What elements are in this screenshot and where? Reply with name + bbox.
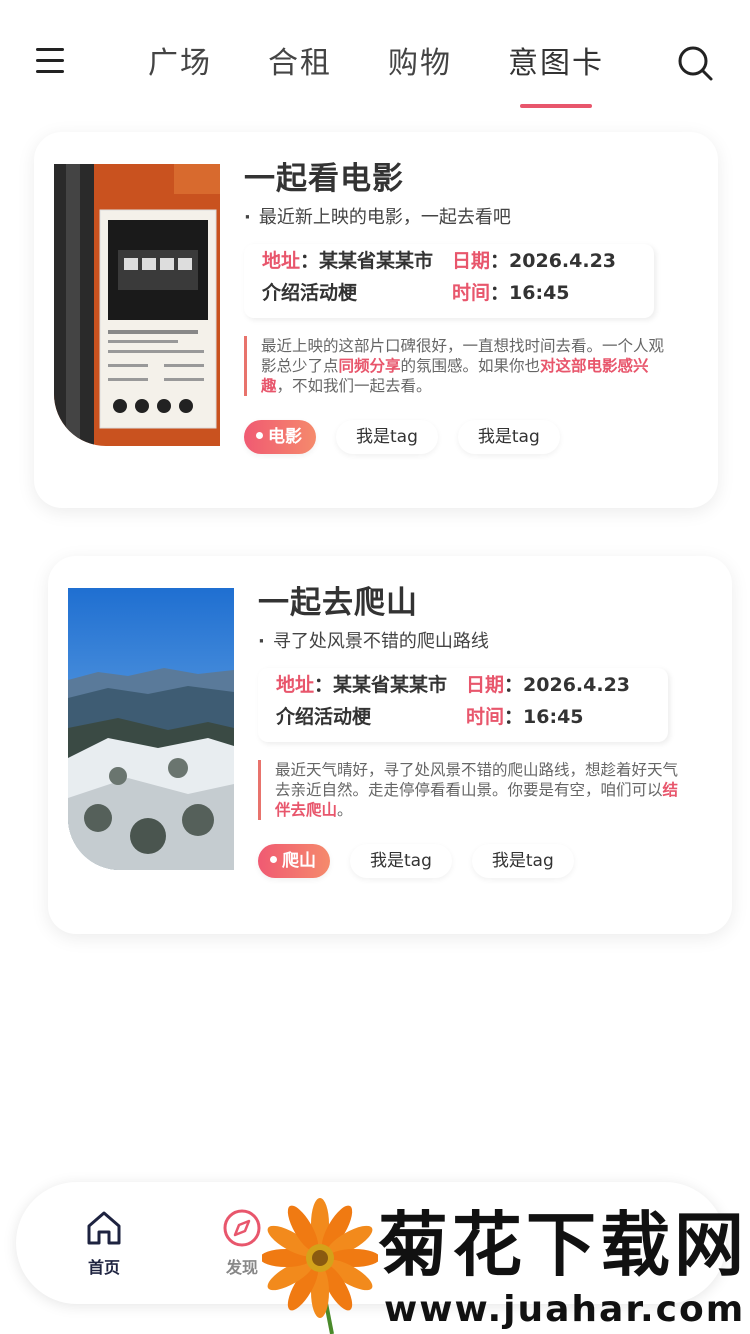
address-value: 某某省某某市	[333, 674, 448, 696]
card-description: 最近上映的这部片口碑很好，一直想找时间去看。一个人观影总少了点同频分享的氛围感。…	[244, 336, 674, 396]
date-label: 日期	[466, 674, 505, 696]
date-row: 日期：2026.4.23	[452, 250, 617, 272]
time-value: 16:45	[523, 706, 584, 728]
page: 广场 合租 购物 意图卡 一起看电影 · 最近新上映的电影，一起去看吧 地址：某…	[0, 0, 750, 1334]
tab-bar: 广场 合租 购物 意图卡	[148, 40, 660, 108]
top-bar: 广场 合租 购物 意图卡	[0, 0, 750, 120]
address-label: 地址	[262, 250, 301, 272]
address-row: 地址：某某省某某市	[276, 674, 448, 696]
time-row: 时间：16:45	[466, 706, 584, 728]
card-info-box: 地址：某某省某某市 日期：2026.4.23 介绍活动梗 时间：16:45	[258, 668, 668, 742]
card-description: 最近天气晴好，寻了处风景不错的爬山路线，想趁着好天气去亲近自然。走走停停看看山景…	[258, 760, 688, 820]
time-row: 时间：16:45	[452, 282, 570, 304]
tag-primary[interactable]: 电影	[244, 420, 316, 454]
tag[interactable]: 我是tag	[336, 420, 438, 454]
home-icon	[87, 1211, 121, 1245]
tag[interactable]: 我是tag	[457, 420, 560, 454]
address-label: 地址	[276, 674, 315, 696]
date-value: 2026.4.23	[523, 674, 631, 696]
time-label: 时间	[452, 282, 491, 304]
date-row: 日期：2026.4.23	[466, 674, 631, 696]
time-label: 时间	[466, 706, 505, 728]
intro-text: 介绍活动梗	[276, 706, 372, 728]
watermark-url: www.juahar.com	[384, 1289, 746, 1330]
intro-text: 介绍活动梗	[262, 282, 358, 304]
card-title: 一起看电影	[244, 161, 404, 197]
nav-home[interactable]: 首页	[64, 1208, 144, 1278]
search-icon[interactable]	[676, 44, 716, 84]
tab-shopping[interactable]: 购物	[388, 40, 452, 100]
tag[interactable]: 我是tag	[471, 844, 574, 878]
nav-home-label: 首页	[87, 1258, 120, 1277]
card-subtitle: 最近新上映的电影，一起去看吧	[244, 204, 694, 232]
date-value: 2026.4.23	[509, 250, 617, 272]
watermark: 菊花下载网 www.juahar.com	[262, 1198, 750, 1334]
intent-card[interactable]: 一起去爬山 寻了处风景不错的爬山路线 地址：某某省某某市 日期：2026.4.2…	[48, 556, 732, 934]
address-row: 地址：某某省某某市	[262, 250, 434, 272]
address-value: 某某省某某市	[319, 250, 434, 272]
tag[interactable]: 我是tag	[350, 844, 452, 878]
date-label: 日期	[452, 250, 491, 272]
tab-shared-rent[interactable]: 合租	[268, 40, 332, 100]
card-info-box: 地址：某某省某某市 日期：2026.4.23 介绍活动梗 时间：16:45	[244, 244, 654, 318]
time-value: 16:45	[509, 282, 570, 304]
tag-list: 电影 我是tag 我是tag	[244, 420, 694, 454]
intent-card[interactable]: 一起看电影 最近新上映的电影，一起去看吧 地址：某某省某某市 日期：2026.4…	[34, 132, 718, 508]
tab-plaza[interactable]: 广场	[148, 40, 212, 100]
watermark-text: 菊花下载网	[378, 1204, 748, 1286]
card-subtitle: 寻了处风景不错的爬山路线	[258, 628, 708, 656]
tag-list: 爬山 我是tag 我是tag	[258, 844, 708, 878]
tag-primary[interactable]: 爬山	[258, 844, 330, 878]
card-title: 一起去爬山	[258, 585, 418, 621]
tab-intent-card[interactable]: 意图卡	[508, 40, 604, 108]
card-image-mountain	[68, 588, 234, 870]
card-image-movie-ticket	[54, 164, 220, 446]
flower-logo-icon	[262, 1198, 378, 1334]
compass-icon	[223, 1209, 261, 1247]
menu-icon[interactable]	[36, 48, 66, 80]
